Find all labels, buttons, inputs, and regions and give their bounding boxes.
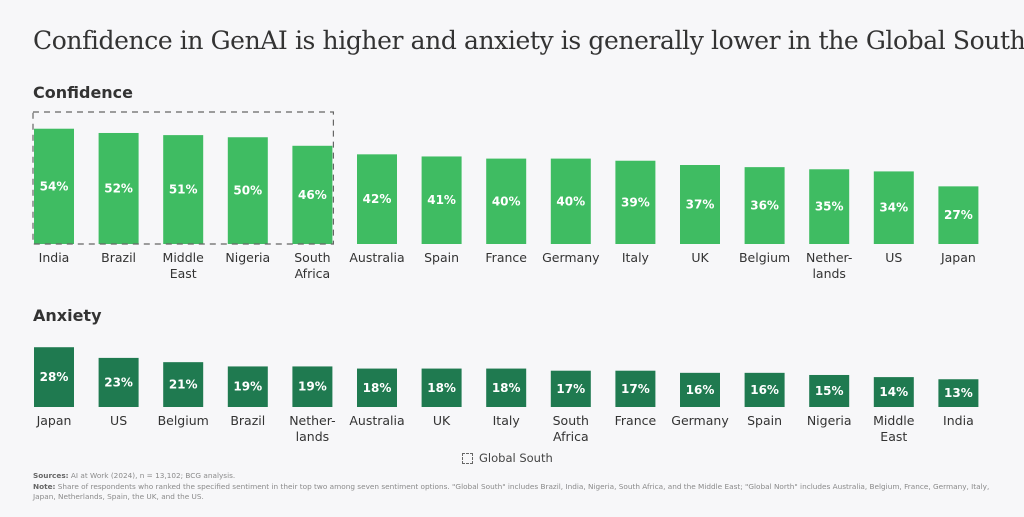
anxiety-data-label-nigeria: 15% <box>815 384 844 398</box>
confidence-category-label-netherlands: Nether-lands <box>806 250 852 281</box>
confidence-data-label-brazil: 52% <box>104 181 133 195</box>
confidence-category-label-uk: UK <box>691 250 709 265</box>
anxiety-data-label-france: 17% <box>621 382 650 396</box>
confidence-data-label-netherlands: 35% <box>815 200 844 214</box>
confidence-data-label-australia: 42% <box>363 192 392 206</box>
anxiety-category-label-us: US <box>110 413 127 428</box>
confidence-category-label-italy: Italy <box>622 250 650 265</box>
confidence-category-label-japan: Japan <box>940 250 976 265</box>
anxiety-category-label-germany: Germany <box>671 413 729 428</box>
sources-text: AI at Work (2024), n = 13,102; BCG analy… <box>68 471 236 480</box>
legend-label-global-south: Global South <box>479 451 553 465</box>
confidence-category-label-brazil: Brazil <box>101 250 136 265</box>
anxiety-data-label-germany: 16% <box>686 383 715 397</box>
anxiety-category-label-nigeria: Nigeria <box>807 413 852 428</box>
anxiety-category-label-france: France <box>615 413 657 428</box>
anxiety-category-label-middle-east: Middle East <box>873 413 915 444</box>
anxiety-data-label-middle-east: 14% <box>879 385 908 399</box>
confidence-data-label-belgium: 36% <box>750 199 779 213</box>
anxiety-data-label-uk: 18% <box>427 381 456 395</box>
confidence-data-label-middle-east: 51% <box>169 183 198 197</box>
confidence-data-label-france: 40% <box>492 194 521 208</box>
confidence-data-label-south-africa: 46% <box>298 188 327 202</box>
anxiety-data-label-australia: 18% <box>363 381 392 395</box>
anxiety-data-label-spain: 16% <box>750 383 779 397</box>
confidence-data-label-uk: 37% <box>686 198 715 212</box>
sources-line: Sources: AI at Work (2024), n = 13,102; … <box>33 471 993 482</box>
confidence-category-label-france: France <box>485 250 527 265</box>
confidence-data-label-us: 34% <box>879 201 908 215</box>
confidence-data-label-germany: 40% <box>556 194 585 208</box>
legend: Global South <box>462 451 553 465</box>
confidence-data-label-spain: 41% <box>427 193 456 207</box>
anxiety-category-label-uk: UK <box>433 413 451 428</box>
bar-charts: 54% India 52% Brazil 51% Middle East 50% Nigeria… <box>32 111 979 444</box>
confidence-category-label-germany: Germany <box>542 250 600 265</box>
anxiety-category-label-australia: Australia <box>349 413 404 428</box>
anxiety-data-label-italy: 18% <box>492 381 521 395</box>
note-label: Note: <box>33 481 56 491</box>
confidence-data-label-japan: 27% <box>944 208 973 222</box>
confidence-category-label-nigeria: Nigeria <box>225 250 270 265</box>
anxiety-data-label-brazil: 19% <box>233 380 262 394</box>
anxiety-category-label-south-africa: South Africa <box>553 413 589 444</box>
anxiety-chart: 28% Japan 23% US 21% Belgium 19% Brazil 19% Nethe… <box>34 347 979 444</box>
note-line: Note: Share of respondents who ranked th… <box>33 482 993 503</box>
anxiety-category-label-india: India <box>943 413 974 428</box>
anxiety-category-label-netherlands: Nether-lands <box>289 413 335 444</box>
confidence-category-label-us: US <box>885 250 902 265</box>
confidence-category-label-belgium: Belgium <box>739 250 790 265</box>
anxiety-category-label-belgium: Belgium <box>158 413 209 428</box>
confidence-data-label-italy: 39% <box>621 195 650 209</box>
anxiety-category-label-spain: Spain <box>747 413 782 428</box>
confidence-category-label-spain: Spain <box>424 250 459 265</box>
anxiety-data-label-japan: 28% <box>40 370 69 384</box>
confidence-category-label-south-africa: South Africa <box>294 250 330 281</box>
sources-label: Sources: <box>33 471 69 480</box>
anxiety-category-label-brazil: Brazil <box>230 413 265 428</box>
confidence-category-label-india: India <box>39 250 70 265</box>
confidence-chart: 54% India 52% Brazil 51% Middle East 50% Nigeria… <box>32 111 979 281</box>
confidence-category-label-australia: Australia <box>349 250 404 265</box>
anxiety-data-label-netherlands: 19% <box>298 380 327 394</box>
confidence-data-label-nigeria: 50% <box>233 184 262 198</box>
anxiety-data-label-south-africa: 17% <box>556 382 585 396</box>
anxiety-category-label-italy: Italy <box>493 413 521 428</box>
confidence-category-label-middle-east: Middle East <box>163 250 205 281</box>
anxiety-data-label-belgium: 21% <box>169 378 198 392</box>
footnote: Sources: AI at Work (2024), n = 13,102; … <box>33 471 993 503</box>
anxiety-data-label-us: 23% <box>104 375 133 389</box>
dashed-box-legend-icon <box>462 452 473 464</box>
anxiety-category-label-japan: Japan <box>36 413 72 428</box>
note-text: Share of respondents who ranked the spec… <box>33 481 990 502</box>
confidence-data-label-india: 54% <box>40 179 69 193</box>
anxiety-data-label-india: 13% <box>944 386 973 400</box>
